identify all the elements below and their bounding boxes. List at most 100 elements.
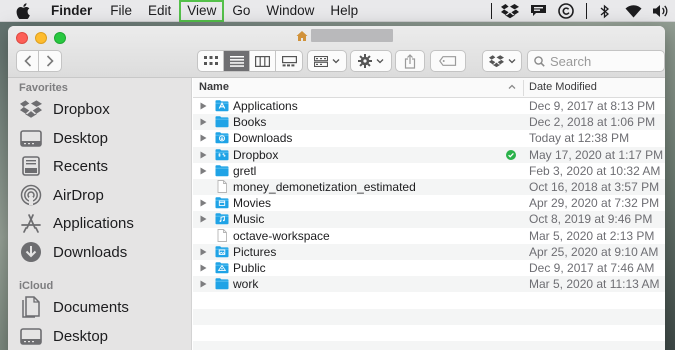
table-row[interactable]: Pictures Apr 25, 2020 at 9:10 AM [193, 243, 665, 260]
file-date-modified: Dec 2, 2018 at 1:06 PM [529, 115, 656, 130]
folder-pictures-icon [215, 245, 229, 257]
sidebar-item-dropbox[interactable]: Dropbox [19, 96, 110, 122]
folder-icon [215, 164, 229, 176]
table-row[interactable]: work Mar 5, 2020 at 11:13 AM [193, 276, 665, 293]
file-name: money_demonetization_estimated [233, 180, 416, 194]
column-view-icon [255, 55, 270, 67]
desktop-icon [19, 324, 43, 348]
minimize-button[interactable] [35, 32, 47, 44]
sidebar-item-label: Downloads [53, 243, 128, 261]
file-date-modified: Today at 12:38 PM [529, 131, 630, 146]
disclosure-triangle-icon[interactable] [200, 167, 207, 175]
back-button[interactable] [17, 51, 39, 71]
window-title-area [296, 29, 393, 42]
disclosure-triangle-icon[interactable] [200, 264, 207, 272]
file-date-modified: May 17, 2020 at 1:17 PM [529, 147, 664, 162]
apple-menu-icon[interactable] [16, 2, 30, 19]
gallery-view-icon [281, 55, 297, 66]
applications-icon [19, 211, 43, 235]
wifi-icon[interactable] [623, 3, 643, 19]
file-name: Pictures [233, 244, 277, 259]
menu-go[interactable]: Go [225, 1, 257, 21]
view-mode-control [197, 50, 303, 72]
table-row[interactable]: Dropbox May 17, 2020 at 1:17 PM [193, 146, 665, 163]
action-button[interactable] [350, 50, 392, 72]
table-row[interactable]: Movies Apr 29, 2020 at 7:32 PM [193, 195, 665, 211]
file-date-modified: Dec 9, 2017 at 8:13 PM [529, 99, 656, 113]
chevron-down-icon [508, 59, 515, 64]
dropbox-icon[interactable] [500, 3, 520, 19]
notification-icon[interactable] [528, 3, 548, 19]
menu-file[interactable]: File [103, 1, 139, 21]
table-row[interactable]: octave-workspace Mar 5, 2020 at 2:13 PM [193, 228, 665, 244]
gallery-view-button[interactable] [276, 51, 302, 71]
table-row[interactable]: Books Dec 2, 2018 at 1:06 PM [193, 114, 665, 131]
search-box[interactable] [527, 50, 665, 72]
sidebar-item-airdrop[interactable]: AirDrop [19, 182, 104, 208]
close-button[interactable] [16, 32, 28, 44]
disclosure-triangle-icon[interactable] [200, 280, 207, 288]
menu-view[interactable]: View [179, 0, 225, 22]
chevron-down-icon [332, 59, 340, 64]
file-name: octave-workspace [233, 228, 330, 243]
title-bar [8, 26, 665, 78]
table-row[interactable]: Applications Dec 9, 2017 at 8:13 PM [193, 98, 665, 114]
group-icon [314, 55, 328, 67]
disclosure-triangle-icon[interactable] [200, 102, 207, 110]
zoom-button[interactable] [54, 32, 66, 44]
column-view-button[interactable] [250, 51, 276, 71]
home-icon [296, 30, 308, 41]
table-row[interactable]: money_demonetization_estimated Oct 16, 20… [193, 179, 665, 196]
sync-icon[interactable] [556, 3, 576, 19]
sidebar-item-desktop[interactable]: Desktop [19, 125, 108, 151]
table-row[interactable]: Music Oct 8, 2019 at 9:46 PM [193, 211, 665, 228]
column-divider[interactable] [523, 80, 524, 96]
folder-icon [215, 278, 229, 290]
document-icon [217, 228, 227, 242]
file-date-modified: Feb 3, 2020 at 10:32 AM [529, 163, 661, 178]
disclosure-triangle-icon[interactable] [200, 215, 207, 223]
sidebar-item-icloud-desktop[interactable]: Desktop [19, 323, 108, 349]
menu-window[interactable]: Window [259, 1, 321, 21]
menu-edit[interactable]: Edit [141, 1, 178, 21]
file-name: Public [233, 261, 266, 275]
chevron-left-icon [23, 55, 31, 67]
disclosure-triangle-icon[interactable] [200, 151, 207, 159]
bluetooth-icon[interactable] [595, 3, 615, 19]
dropbox-menu-button[interactable] [482, 50, 522, 72]
search-input[interactable] [550, 53, 660, 69]
recents-icon [19, 154, 43, 178]
disclosure-triangle-icon[interactable] [200, 199, 207, 207]
table-row[interactable]: Downloads Today at 12:38 PM [193, 130, 665, 146]
menu-app-name[interactable]: Finder [44, 1, 101, 21]
forward-button[interactable] [39, 51, 61, 71]
file-date-modified: Oct 16, 2018 at 3:57 PM [529, 180, 660, 194]
menu-help[interactable]: Help [323, 1, 365, 21]
disclosure-triangle-icon[interactable] [200, 248, 207, 256]
group-by-button[interactable] [307, 50, 347, 72]
disclosure-triangle-icon[interactable] [200, 118, 207, 126]
column-header-date-modified[interactable]: Date Modified [529, 81, 597, 93]
sidebar-section-favorites: Favorites [19, 82, 68, 94]
icon-view-button[interactable] [198, 51, 224, 71]
column-header-name[interactable]: Name [199, 81, 229, 93]
volume-icon[interactable] [651, 3, 671, 19]
share-button[interactable] [395, 50, 425, 72]
sidebar-item-recents[interactable]: Recents [19, 153, 108, 179]
sidebar-item-label: AirDrop [53, 186, 104, 204]
sidebar-item-downloads[interactable]: Downloads [19, 239, 127, 265]
disclosure-triangle-icon[interactable] [200, 134, 207, 142]
table-row[interactable]: Public Dec 9, 2017 at 7:46 AM [193, 260, 665, 276]
sidebar-item-label: Applications [53, 214, 134, 232]
icon-view-icon [203, 56, 218, 65]
table-row[interactable]: gretl Feb 3, 2020 at 10:32 AM [193, 163, 665, 179]
tag-icon [439, 56, 457, 66]
sidebar-item-applications[interactable]: Applications [19, 210, 134, 236]
share-icon [404, 53, 416, 69]
status-divider [586, 3, 587, 19]
sidebar-item-documents[interactable]: Documents [19, 294, 129, 320]
sort-ascending-icon[interactable] [507, 82, 517, 92]
list-view-button[interactable] [224, 51, 250, 71]
tags-button[interactable] [430, 50, 466, 72]
sidebar-item-label: Desktop [53, 129, 109, 147]
